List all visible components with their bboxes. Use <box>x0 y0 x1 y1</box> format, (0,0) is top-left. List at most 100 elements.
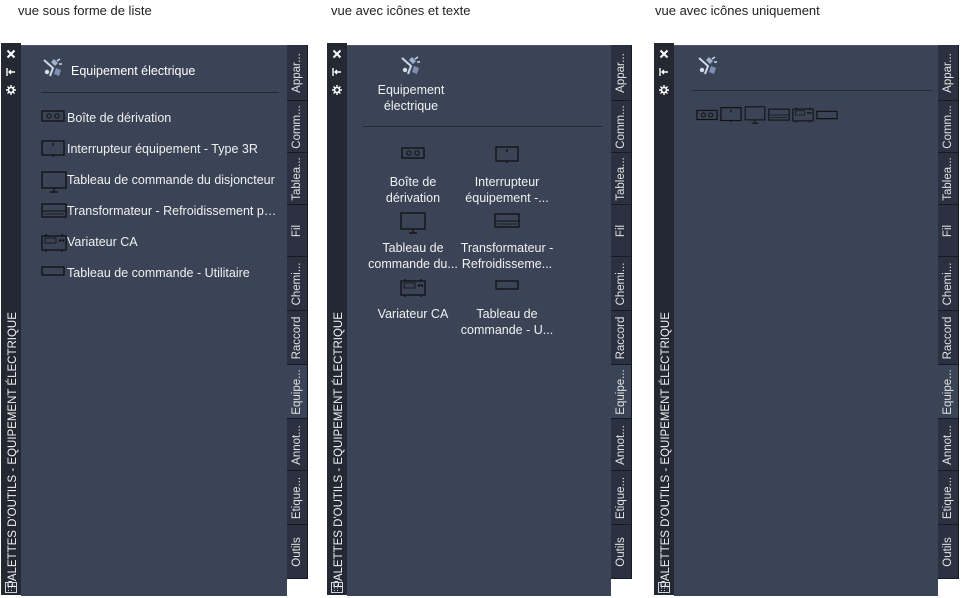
tool-label: Tableau de <box>382 241 444 255</box>
tab-raccord[interactable]: Raccord <box>287 311 308 365</box>
palette-title-strip[interactable]: PALETTES D'OUTILS - EQUIPEMENT ÉLECTRIQU… <box>654 43 674 595</box>
properties-icon[interactable] <box>330 85 344 97</box>
tool-label: Variateur CA <box>377 307 449 321</box>
tool-label: Boîte de <box>389 175 437 189</box>
tab-label: Annot... <box>615 424 627 465</box>
palette-menu-icon[interactable] <box>5 580 17 593</box>
tool-item[interactable]: Transformateur - Refroidisseme... <box>459 212 555 272</box>
properties-icon[interactable] <box>4 85 18 97</box>
palette-title-strip[interactable]: PALETTES D'OUTILS - EQUIPEMENT ÉLECTRIQU… <box>1 43 21 595</box>
breaker-panel-icon[interactable] <box>744 106 767 126</box>
tab-etique[interactable]: Etique... <box>611 471 632 525</box>
tab-equipe[interactable]: Equipe... <box>287 365 308 419</box>
tab-chemi[interactable]: Chemi... <box>938 257 959 311</box>
tab-appar[interactable]: Appar... <box>938 45 959 101</box>
tab-outils[interactable]: Outils <box>611 525 632 579</box>
palette-icon-only-view: PALETTES D'OUTILS - EQUIPEMENT ÉLECTRIQU… <box>654 43 961 596</box>
tab-label: Appar... <box>942 52 954 93</box>
tool-item[interactable]: Interrupteur équipement -... <box>459 146 555 206</box>
group-header[interactable]: Equipement électrique <box>41 56 195 85</box>
tab-appar[interactable]: Appar... <box>611 45 632 101</box>
tab-label: Etique... <box>615 476 627 519</box>
tab-fil[interactable]: Fil <box>611 205 632 257</box>
tool-item[interactable]: Transformateur - Refroidissement pa... <box>41 201 279 221</box>
tool-label: commande - U... <box>460 323 554 337</box>
tool-item[interactable]: Variateur CA <box>365 278 461 322</box>
tab-label: Raccord <box>615 316 627 359</box>
tool-item[interactable]: Variateur CA <box>41 232 279 252</box>
tab-outils[interactable]: Outils <box>938 525 959 579</box>
breaker-panel-icon <box>400 212 426 234</box>
junction-box-icon[interactable] <box>696 106 719 126</box>
tab-label: Raccord <box>291 316 303 359</box>
autohide-icon[interactable] <box>330 67 344 79</box>
tab-tablea[interactable]: Tablea... <box>938 153 959 205</box>
palette-tabs: Appar... Comm... Tablea... Fil Chemi... Racco… <box>611 45 632 579</box>
tool-item[interactable]: Interrupteur équipement - Type 3R <box>41 139 279 159</box>
tab-label: Tablea... <box>615 156 627 201</box>
transformer-icon <box>494 212 520 234</box>
tool-item[interactable]: Tableau de commande du disjoncteur <box>41 170 279 193</box>
tab-annot[interactable]: Annot... <box>611 419 632 471</box>
tab-comm[interactable]: Comm... <box>611 101 632 153</box>
group-header[interactable] <box>696 54 720 83</box>
tab-fil[interactable]: Fil <box>938 205 959 257</box>
tab-etique[interactable]: Etique... <box>938 471 959 525</box>
transformer-icon[interactable] <box>768 106 791 126</box>
autohide-icon[interactable] <box>657 67 671 79</box>
tab-chemi[interactable]: Chemi... <box>611 257 632 311</box>
tab-chemi[interactable]: Chemi... <box>287 257 308 311</box>
palette-icon-text-view: PALETTES D'OUTILS - EQUIPEMENT ÉLECTRIQU… <box>327 43 633 596</box>
transformer-icon <box>41 202 67 220</box>
tool-label: dérivation <box>385 191 441 205</box>
tab-outils[interactable]: Outils <box>287 525 308 579</box>
tool-item[interactable]: Boîte de dérivation <box>365 146 461 206</box>
palette-list-view: PALETTES D'OUTILS - EQUIPEMENT ÉLECTRIQU… <box>1 43 308 596</box>
caption-list-view: vue sous forme de liste <box>18 3 152 18</box>
ac-drive-icon[interactable] <box>792 106 815 126</box>
tab-raccord[interactable]: Raccord <box>938 311 959 365</box>
tab-tablea[interactable]: Tablea... <box>287 153 308 205</box>
tab-label: Appar... <box>615 52 627 93</box>
close-icon[interactable] <box>330 49 344 61</box>
tool-label: Tableau de commande - Utilitaire <box>67 266 250 280</box>
palette-title: PALETTES D'OUTILS - EQUIPEMENT ÉLECTRIQU… <box>7 312 19 588</box>
tab-label: Comm... <box>942 104 954 149</box>
palette-title-strip[interactable]: PALETTES D'OUTILS - EQUIPEMENT ÉLECTRIQU… <box>327 43 347 595</box>
utility-panel-icon[interactable] <box>816 106 839 126</box>
tab-comm[interactable]: Comm... <box>938 101 959 153</box>
close-icon[interactable] <box>657 49 671 61</box>
equipment-switch-icon[interactable] <box>720 106 743 126</box>
tab-annot[interactable]: Annot... <box>287 419 308 471</box>
group-header[interactable]: Equipement électrique <box>363 54 459 114</box>
tool-item[interactable]: Boîte de dérivation <box>41 108 279 128</box>
tab-fil[interactable]: Fil <box>287 205 308 257</box>
properties-icon[interactable] <box>657 85 671 97</box>
tab-label: Comm... <box>615 104 627 149</box>
tab-etique[interactable]: Etique... <box>287 471 308 525</box>
tab-label: Equipe... <box>942 368 954 415</box>
tab-comm[interactable]: Comm... <box>287 101 308 153</box>
tab-annot[interactable]: Annot... <box>938 419 959 471</box>
tab-equipe[interactable]: Equipe... <box>611 365 632 419</box>
tool-item[interactable]: Tableau de commande - Utilitaire <box>41 263 279 283</box>
tab-tablea[interactable]: Tablea... <box>611 153 632 205</box>
tab-label: Etique... <box>942 476 954 519</box>
tool-item[interactable]: Tableau de commande du... <box>365 212 461 272</box>
autohide-icon[interactable] <box>4 67 18 79</box>
tab-label: Chemi... <box>942 262 954 305</box>
tool-item[interactable]: Tableau de commande - U... <box>459 278 555 338</box>
tab-label: Comm... <box>291 104 303 149</box>
group-label: Equipement électrique <box>71 63 196 78</box>
palette-menu-icon[interactable] <box>658 580 670 593</box>
palette-menu-icon[interactable] <box>331 580 343 593</box>
tab-equipe[interactable]: Equipe... <box>938 365 959 419</box>
tool-label: Interrupteur équipement - Type 3R <box>67 142 258 156</box>
tab-appar[interactable]: Appar... <box>287 45 308 101</box>
caption-icon-text-view: vue avec icônes et texte <box>331 3 471 18</box>
tool-label: Transformateur - Refroidissement pa... <box>67 204 279 218</box>
close-icon[interactable] <box>4 49 18 61</box>
separator <box>41 92 279 93</box>
tab-raccord[interactable]: Raccord <box>611 311 632 365</box>
palette-title: PALETTES D'OUTILS - EQUIPEMENT ÉLECTRIQU… <box>333 312 345 588</box>
